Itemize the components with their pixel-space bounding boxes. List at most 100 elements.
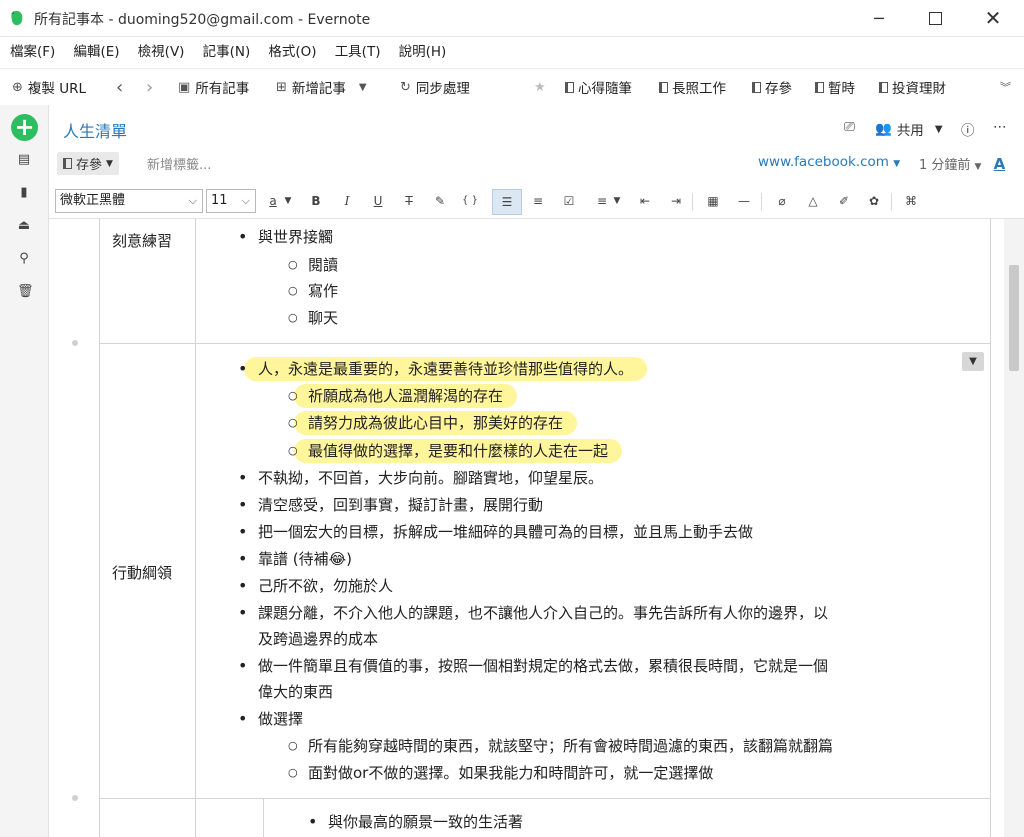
attachment-button[interactable]: ⌀	[771, 190, 793, 212]
shared-icon[interactable]: ⏏	[17, 218, 31, 234]
toolbar-overflow-button[interactable]: ︾	[1000, 69, 1011, 105]
list-item: ○ 寫作	[288, 282, 339, 300]
checkbox-button[interactable]: ☑	[558, 190, 580, 212]
double-chevron-down-icon: ︾	[1000, 81, 1011, 94]
draw-button[interactable]: △	[802, 190, 824, 212]
shortcut-item[interactable]: 心得隨筆	[565, 69, 632, 105]
bold-button[interactable]: B	[305, 190, 327, 212]
row-label: 刻意練習	[112, 232, 173, 250]
align-dropdown[interactable]: ▼	[610, 190, 624, 212]
font-family-select[interactable]: 微軟正黑體 ⌵	[55, 189, 203, 213]
plus-icon: +	[14, 113, 35, 141]
palette-icon: ✿	[868, 194, 880, 208]
new-note-label: 新增記事	[291, 81, 346, 97]
share-label: 共用	[896, 123, 924, 139]
share-button[interactable]: 👥 共用 ▼	[875, 119, 943, 139]
chevron-down-icon: ▼	[974, 162, 982, 172]
search-icon[interactable]: ⚲	[17, 251, 31, 267]
table-icon: ▦	[707, 194, 719, 208]
horizontal-rule-button[interactable]: —	[733, 190, 755, 212]
menu-edit[interactable]: 編輯(E)	[66, 37, 126, 67]
list-item: • 己所不欲，勿施於人	[238, 576, 394, 595]
notes-list-icon[interactable]: ▤	[17, 152, 31, 168]
chevron-down-icon: ▼	[934, 123, 943, 135]
shortcut-item[interactable]: 投資理財	[879, 69, 946, 105]
shortcut-label: 長照工作	[672, 81, 726, 97]
list-item: • 清空感受，回到事實，擬訂計畫，展開行動	[238, 495, 544, 514]
shortcut-item[interactable]: 長照工作	[659, 69, 726, 105]
highlighter-icon: ✎	[434, 194, 446, 208]
back-button[interactable]: ‹	[116, 69, 123, 105]
numbered-list-button[interactable]: ≡	[527, 190, 549, 212]
note-body[interactable]: 刻意練習 • 與世界接觸 ○ 閱讀 ○ 寫作 ○ 聊天 行動綱領 ▼ • 人，永遠是最重要…	[49, 219, 1024, 837]
row-menu-button[interactable]: ▼	[962, 352, 984, 371]
underline-button[interactable]: U	[367, 190, 389, 212]
chevron-down-icon: ▼	[106, 158, 113, 169]
nested-column-divider	[263, 799, 264, 837]
vertical-scrollbar[interactable]	[1004, 219, 1024, 837]
shortcut-item[interactable]: 存參	[752, 69, 792, 105]
all-notes-button[interactable]: ▣ 所有記事	[178, 69, 249, 105]
forward-button[interactable]: ›	[146, 69, 153, 105]
row-handle[interactable]	[72, 795, 78, 801]
minimize-button[interactable]: ─	[856, 0, 902, 36]
list-item: • 課題分離，不介入他人的課題，也不讓他人介入自己的。事先告訴所有人你的邊界，以	[238, 603, 829, 622]
list-item-continuation: 偉大的東西	[258, 683, 334, 701]
strikethrough-button[interactable]: T	[398, 190, 420, 212]
text-color-dropdown[interactable]: ▼	[281, 190, 295, 212]
shortcut-command-button[interactable]: ⌘	[900, 190, 922, 212]
highlight-button[interactable]: ✎	[429, 190, 451, 212]
menu-format[interactable]: 格式(O)	[261, 37, 323, 67]
presentation-icon[interactable]: ⎚	[844, 119, 855, 135]
palette-button[interactable]: ✿	[863, 190, 885, 212]
notebooks-icon[interactable]: ▮	[17, 185, 31, 201]
menu-file[interactable]: 檔案(F)	[0, 37, 62, 67]
left-sidebar: + ▤ ▮ ⏏ ⚲ 🗑	[0, 105, 49, 837]
new-note-plus-button[interactable]: +	[11, 114, 38, 141]
maximize-button[interactable]	[912, 0, 958, 36]
note-table: 刻意練習 • 與世界接觸 ○ 閱讀 ○ 寫作 ○ 聊天 行動綱領 ▼ • 人，永遠是最重要…	[72, 219, 991, 837]
font-color-icon[interactable]: A	[994, 155, 1006, 173]
note-header: 人生清單 ⎚ 👥 共用 ▼ ⓘ ⋯ 存參 ▼ 新增標籤... www.faceb…	[49, 105, 1024, 185]
shortcut-item[interactable]: 暫時	[815, 69, 855, 105]
info-icon[interactable]: ⓘ	[961, 119, 975, 139]
code-block-button[interactable]: { }	[459, 190, 481, 212]
close-button[interactable]: ✕	[970, 0, 1016, 36]
indent-button[interactable]: ⇥	[665, 190, 687, 212]
notebook-selector[interactable]: 存參 ▼	[57, 152, 119, 175]
source-url-dropdown[interactable]: www.facebook.com ▼	[758, 154, 900, 170]
outdent-button[interactable]: ⇤	[634, 190, 656, 212]
scrollbar-thumb[interactable]	[1009, 265, 1019, 371]
new-note-button[interactable]: ⊞ 新增記事 ▼	[276, 69, 367, 105]
italic-button[interactable]: I	[336, 190, 358, 212]
evernote-logo-icon	[11, 11, 23, 26]
chevron-down-icon: ▼	[613, 196, 621, 206]
trash-icon[interactable]: 🗑	[17, 284, 34, 300]
horizontal-rule-icon: —	[738, 194, 750, 208]
font-size-select[interactable]: 11 ⌵	[206, 189, 256, 213]
menu-tools[interactable]: 工具(T)	[328, 37, 388, 67]
notebook-icon	[879, 81, 888, 93]
minimize-icon: ─	[874, 8, 884, 28]
globe-icon: ⊕	[12, 79, 23, 95]
note-title[interactable]: 人生清單	[63, 118, 127, 142]
bullet-list-button[interactable]: ☰	[492, 189, 522, 215]
sync-button[interactable]: ↻ 同步處理	[400, 69, 470, 105]
more-options-icon[interactable]: ⋯	[993, 119, 1007, 135]
table-button[interactable]: ▦	[702, 190, 724, 212]
tag-input[interactable]: 新增標籤...	[147, 154, 211, 173]
notebook-icon	[815, 81, 824, 93]
row-handle[interactable]	[72, 340, 78, 346]
copy-url-button[interactable]: ⊕ 複製 URL	[12, 69, 86, 105]
list-item: • 與你最高的願景一致的生活著	[308, 812, 524, 831]
updated-time-dropdown[interactable]: 1 分鐘前 ▼ A	[919, 154, 1005, 173]
list-item: • 做一件簡單且有價值的事，按照一個相對規定的格式去做，累積很長時間，它就是一個	[238, 656, 829, 675]
main-toolbar: ⊕ 複製 URL ‹ › ▣ 所有記事 ⊞ 新增記事 ▼ ↻ 同步處理 ★ 心得…	[0, 68, 1024, 106]
italic-icon: I	[344, 194, 350, 208]
menu-view[interactable]: 檢視(V)	[131, 37, 192, 67]
shortcut-label: 存參	[765, 81, 792, 97]
menu-note[interactable]: 記事(N)	[196, 37, 258, 67]
sketch-button[interactable]: ✐	[833, 190, 855, 212]
menu-help[interactable]: 說明(H)	[392, 37, 454, 67]
source-url-label: www.facebook.com	[758, 154, 889, 170]
